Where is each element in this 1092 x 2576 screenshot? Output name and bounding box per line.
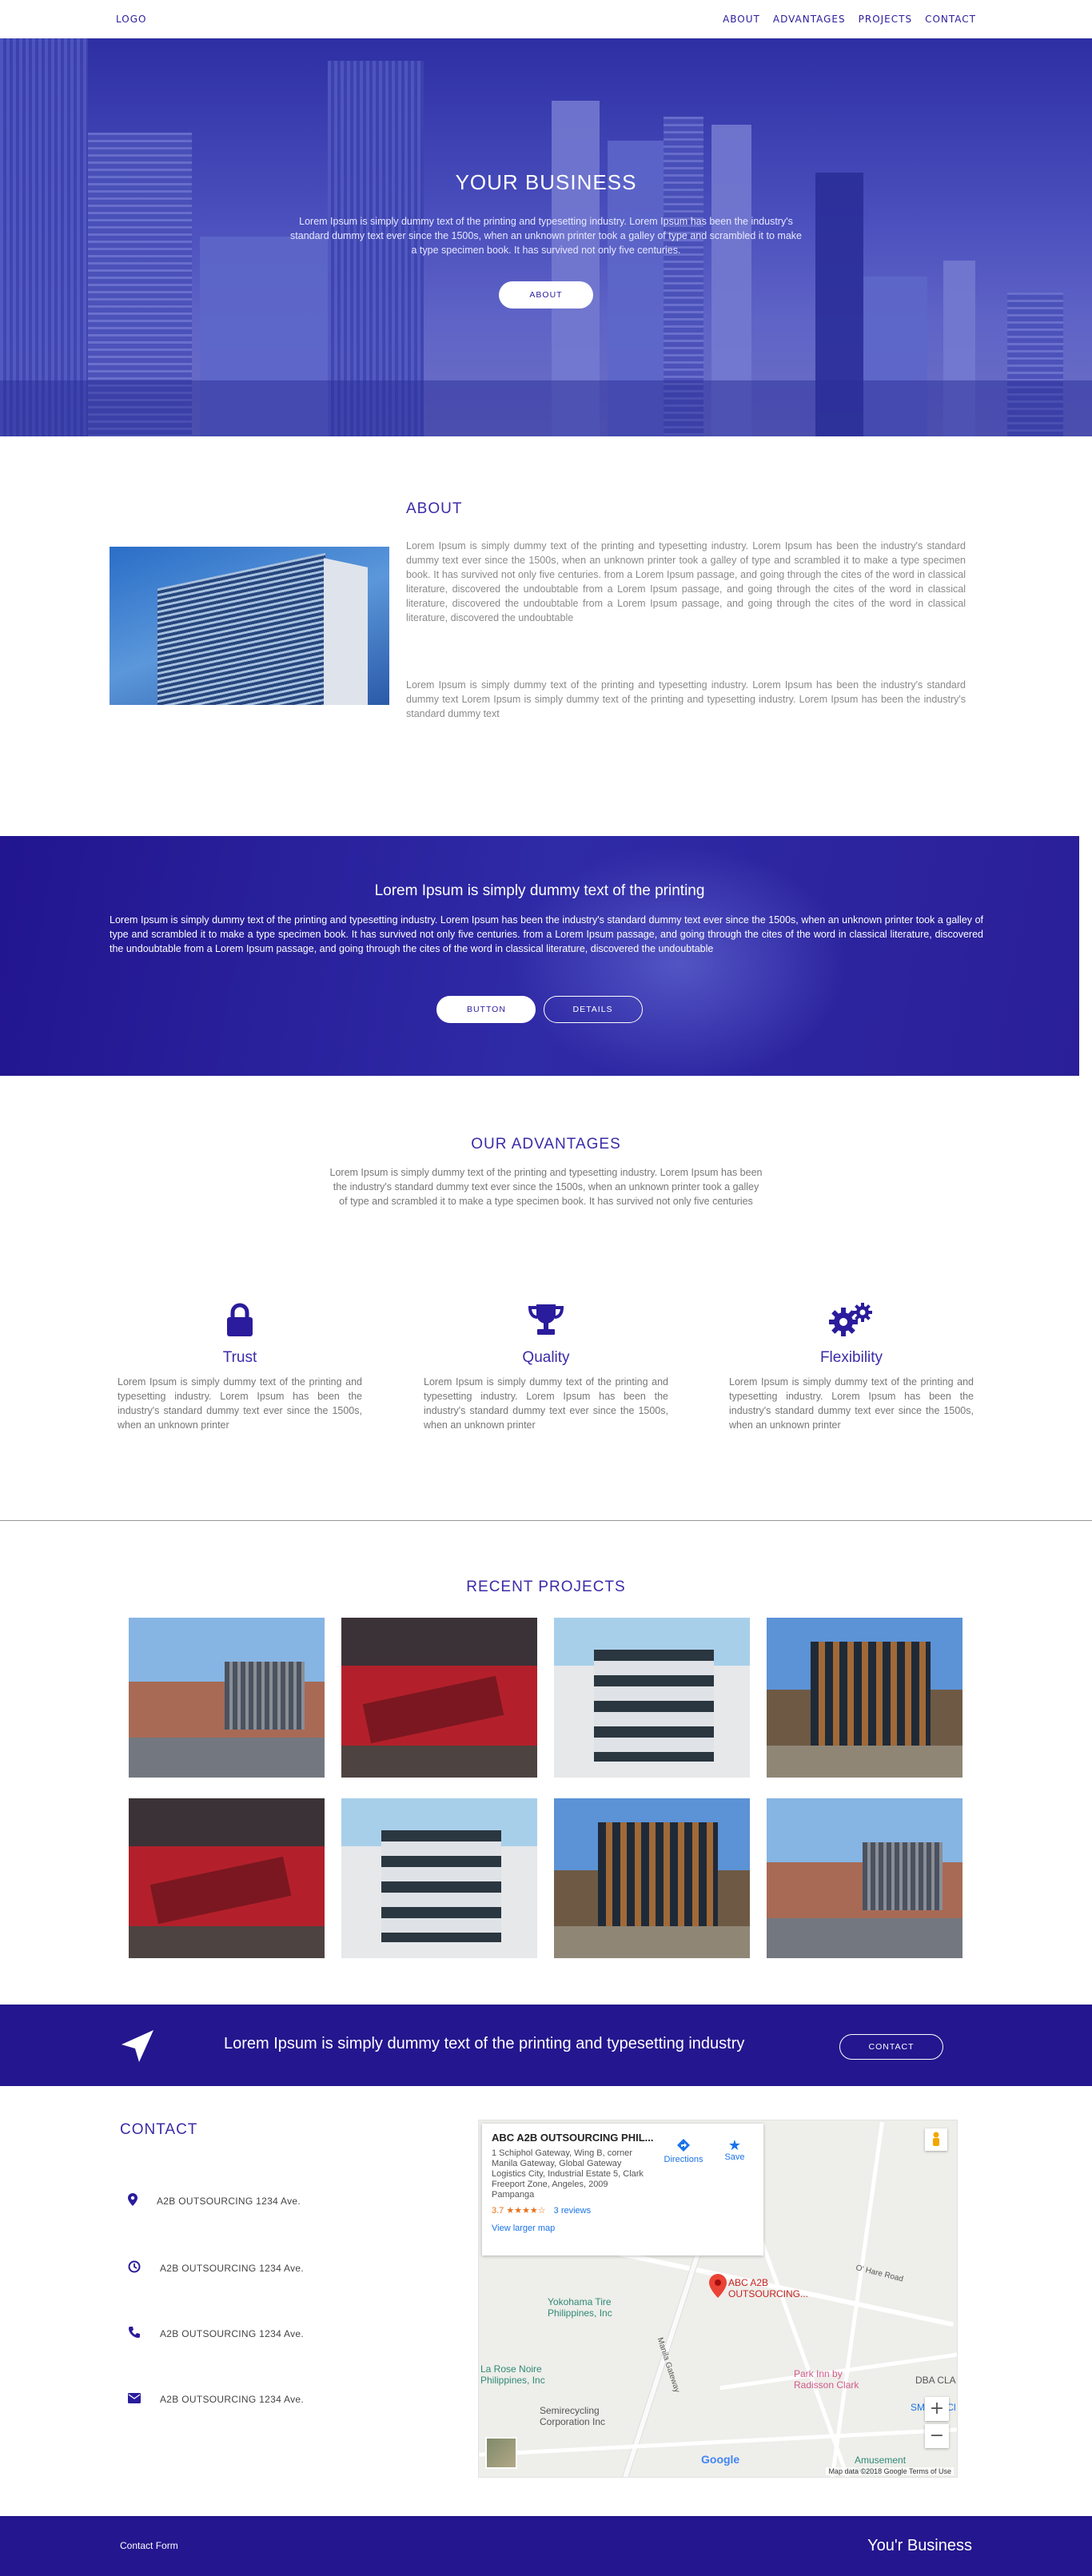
footer: Contact Form You'r Business (0, 2516, 1092, 2576)
project-thumbnail[interactable] (554, 1618, 750, 1778)
project-thumbnail[interactable] (129, 1618, 325, 1778)
map-place-rating: 3.7 ★★★★☆ 3 reviews (492, 2206, 592, 2216)
footer-brand: You'r Business (867, 2537, 972, 2554)
nav-link-projects[interactable]: PROJECTS (859, 14, 912, 25)
map-marker-icon (128, 2193, 137, 2208)
nav-link-contact[interactable]: CONTACT (925, 14, 976, 25)
advantage-title: Quality (522, 1349, 570, 1366)
map-zoom-out-button[interactable]: − (925, 2424, 949, 2448)
cta-bar: Lorem Ipsum is simply dummy text of the … (0, 2005, 1092, 2086)
contact-row-text: A2B OUTSOURCING 1234 Ave. (160, 2262, 305, 2274)
paper-plane-icon (120, 2029, 155, 2067)
advantage-title: Flexibility (819, 1349, 883, 1366)
contact-row: A2B OUTSOURCING 1234 Ave. (128, 2393, 304, 2406)
map-save-button[interactable]: ★ Save (711, 2138, 759, 2162)
advantages-intro: Lorem Ipsum is simply dummy text of the … (329, 1167, 763, 1207)
projects-section: RECENT PROJECTS (0, 1521, 1092, 2005)
cta-contact-button[interactable]: CONTACT (839, 2034, 943, 2060)
map-satellite-toggle[interactable] (485, 2437, 517, 2469)
nav-link-advantages[interactable]: ADVANTAGES (773, 14, 846, 25)
advantages-section: OUR ADVANTAGES Lorem Ipsum is simply dum… (0, 1076, 1092, 1520)
project-thumbnail[interactable] (554, 1798, 750, 1958)
project-thumbnail[interactable] (767, 1618, 962, 1778)
contact-row: A2B OUTSOURCING 1234 Ave. (128, 2326, 304, 2341)
map-poi: Semirecycling Corporation Inc (540, 2405, 606, 2427)
map-poi: DBA CLA (915, 2375, 956, 2386)
map-pin-label: ABC A2B OUTSOURCING... (728, 2277, 809, 2299)
nav-links: ABOUT ADVANTAGES PROJECTS CONTACT (723, 14, 976, 25)
lock-icon (118, 1300, 362, 1340)
map-poi: Park Inn by Radisson Clark (794, 2368, 859, 2391)
street-view-pegman-icon[interactable] (925, 2128, 947, 2151)
hero-section: YOUR BUSINESS Lorem Ipsum is simply dumm… (0, 38, 1092, 436)
advantage-trust: Trust Lorem Ipsum is simply dummy text o… (118, 1300, 362, 1432)
advantages-title: OUR ADVANTAGES (471, 1136, 621, 1153)
banner-details-button[interactable]: DETAILS (543, 996, 643, 1023)
map-road-label: O' Hare Road (855, 2263, 904, 2284)
contact-title: CONTACT (120, 2121, 198, 2138)
advantage-text: Lorem Ipsum is simply dummy text of the … (424, 1376, 668, 1431)
map-poi: La Rose Noire Philippines, Inc (480, 2363, 545, 2386)
advantage-text: Lorem Ipsum is simply dummy text of the … (729, 1376, 974, 1431)
about-paragraph-1: Lorem Ipsum is simply dummy text of the … (406, 540, 966, 623)
advantage-text: Lorem Ipsum is simply dummy text of the … (118, 1376, 362, 1431)
map-place-card: ABC A2B OUTSOURCING PHIL... 1 Schiphol G… (482, 2124, 763, 2255)
google-logo: Google (701, 2453, 740, 2466)
map-zoom-in-button[interactable]: + (925, 2397, 949, 2421)
hero-title: YOUR BUSINESS (455, 170, 637, 194)
envelope-icon (128, 2393, 141, 2406)
directions-icon (660, 2138, 707, 2155)
nav-link-about[interactable]: ABOUT (723, 14, 760, 25)
footer-contact-form-link[interactable]: Contact Form (120, 2540, 178, 2551)
about-section: ABOUT Lorem Ipsum is simply dummy text o… (0, 436, 1092, 836)
cta-text: Lorem Ipsum is simply dummy text of the … (224, 2035, 745, 2052)
map-poi: Yokohama Tire Philippines, Inc (548, 2296, 612, 2319)
banner-background-image (512, 844, 847, 1076)
about-building-image (110, 547, 389, 705)
hero-text: Lorem Ipsum is simply dummy text of the … (290, 216, 802, 256)
map-reviews-link[interactable]: 3 reviews (554, 2206, 591, 2216)
clock-icon (128, 2260, 141, 2275)
contact-section: CONTACT A2B OUTSOURCING 1234 Ave. A2B OU… (0, 2086, 1092, 2516)
map-place-address: 1 Schiphol Gateway, Wing B, corner Manil… (492, 2148, 644, 2200)
project-thumbnail[interactable] (129, 1798, 325, 1958)
map-pin-icon[interactable] (709, 2274, 727, 2301)
contact-row-text: A2B OUTSOURCING 1234 Ave. (160, 2327, 305, 2339)
gears-icon (729, 1300, 974, 1340)
trophy-icon (424, 1300, 668, 1340)
banner-button[interactable]: BUTTON (436, 996, 536, 1023)
star-icon: ★ (727, 2137, 742, 2153)
project-thumbnail[interactable] (767, 1798, 962, 1958)
hero-about-button[interactable]: ABOUT (499, 281, 593, 309)
about-title: ABOUT (406, 500, 463, 517)
contact-row-text: A2B OUTSOURCING 1234 Ave. (160, 2394, 305, 2405)
project-thumbnail[interactable] (341, 1618, 537, 1778)
banner-text: Lorem Ipsum is simply dummy text of the … (110, 914, 983, 954)
project-thumbnail[interactable] (341, 1798, 537, 1958)
banner-title: Lorem Ipsum is simply dummy text of the … (374, 882, 705, 899)
top-navbar: LOGO ABOUT ADVANTAGES PROJECTS CONTACT (0, 0, 1092, 38)
phone-icon (128, 2326, 141, 2341)
map-directions-button[interactable]: Directions (660, 2138, 707, 2164)
map-attribution[interactable]: Map data ©2018 Google Terms of Use (826, 2467, 954, 2475)
advantage-title: Trust (222, 1349, 257, 1366)
advantage-flexibility: Flexibility Lorem Ipsum is simply dummy … (729, 1300, 974, 1432)
contact-row: A2B OUTSOURCING 1234 Ave. (128, 2193, 301, 2208)
advantage-quality: Quality Lorem Ipsum is simply dummy text… (424, 1300, 668, 1432)
feature-banner: Lorem Ipsum is simply dummy text of the … (0, 836, 1079, 1076)
projects-title: RECENT PROJECTS (466, 1579, 626, 1595)
contact-row-text: A2B OUTSOURCING 1234 Ave. (157, 2195, 301, 2207)
map-view-larger-link[interactable]: View larger map (492, 2224, 754, 2233)
contact-row: A2B OUTSOURCING 1234 Ave. (128, 2260, 304, 2275)
logo[interactable]: LOGO (116, 14, 146, 25)
about-paragraph-2: Lorem Ipsum is simply dummy text of the … (406, 679, 966, 719)
projects-gallery (129, 1618, 962, 1958)
google-map-embed[interactable]: ABC A2B OUTSOURCING PHIL... 1 Schiphol G… (478, 2120, 958, 2478)
